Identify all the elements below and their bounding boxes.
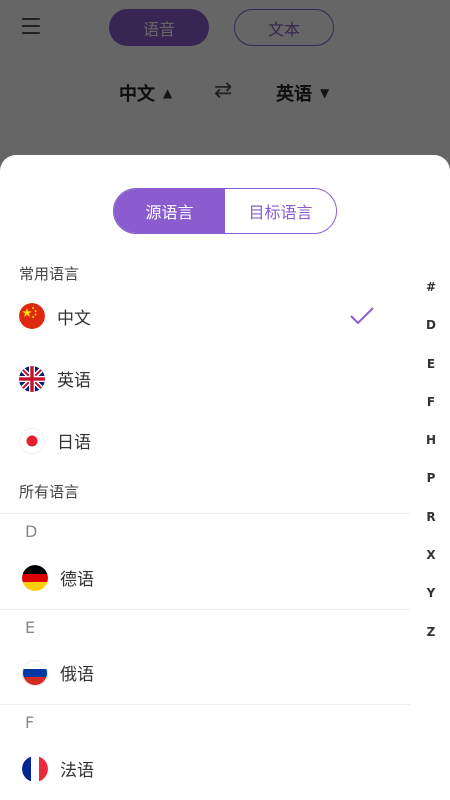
russia-flag-icon xyxy=(22,660,48,686)
group-letter: E xyxy=(25,618,36,637)
germany-flag-icon xyxy=(22,565,48,591)
france-flag-icon xyxy=(22,756,48,782)
language-picker-sheet: 源语言 目标语言 常用语言 中文 英语 日语 所有语言 D 德语 E 俄语 F … xyxy=(0,155,450,800)
list-item-russian[interactable]: 俄语 xyxy=(0,646,410,702)
check-icon xyxy=(349,306,375,326)
group-letter: F xyxy=(25,713,35,732)
group-header-e: E xyxy=(0,609,410,649)
index-letter[interactable]: H xyxy=(420,433,442,471)
index-letter[interactable]: R xyxy=(420,510,442,548)
group-letter: D xyxy=(25,522,38,541)
list-item-chinese[interactable]: 中文 xyxy=(0,288,410,344)
index-letter[interactable]: Z xyxy=(420,625,442,663)
uk-flag-icon xyxy=(19,366,45,392)
index-letter[interactable]: F xyxy=(420,395,442,433)
language-name: 法语 xyxy=(60,761,94,781)
list-item-japanese[interactable]: 日语 xyxy=(0,412,410,468)
index-letter[interactable]: X xyxy=(420,548,442,586)
index-letter[interactable]: D xyxy=(420,318,442,356)
language-name: 中文 xyxy=(57,309,91,329)
list-item-german[interactable]: 德语 xyxy=(0,551,410,607)
language-name: 德语 xyxy=(60,570,94,590)
language-name: 俄语 xyxy=(60,665,94,685)
language-name: 日语 xyxy=(57,433,91,453)
china-flag-icon xyxy=(19,303,45,329)
list-item-french[interactable]: 法语 xyxy=(0,742,410,798)
tab-target-language[interactable]: 目标语言 xyxy=(225,189,336,233)
index-letter[interactable]: # xyxy=(420,280,442,318)
index-letter[interactable]: Y xyxy=(420,586,442,624)
group-header-d: D xyxy=(0,513,410,553)
alphabet-index: # D E F H P R X Y Z xyxy=(420,280,442,663)
tab-source-language[interactable]: 源语言 xyxy=(114,189,225,233)
language-type-toggle: 源语言 目标语言 xyxy=(113,188,337,234)
index-letter[interactable]: E xyxy=(420,357,442,395)
common-languages-title: 常用语言 xyxy=(19,265,80,283)
all-languages-title: 所有语言 xyxy=(19,483,80,501)
language-name: 英语 xyxy=(57,371,91,391)
japan-flag-icon xyxy=(19,428,45,454)
index-letter[interactable]: P xyxy=(420,471,442,509)
group-header-f: F xyxy=(0,704,410,744)
list-item-english[interactable]: 英语 xyxy=(0,350,410,406)
